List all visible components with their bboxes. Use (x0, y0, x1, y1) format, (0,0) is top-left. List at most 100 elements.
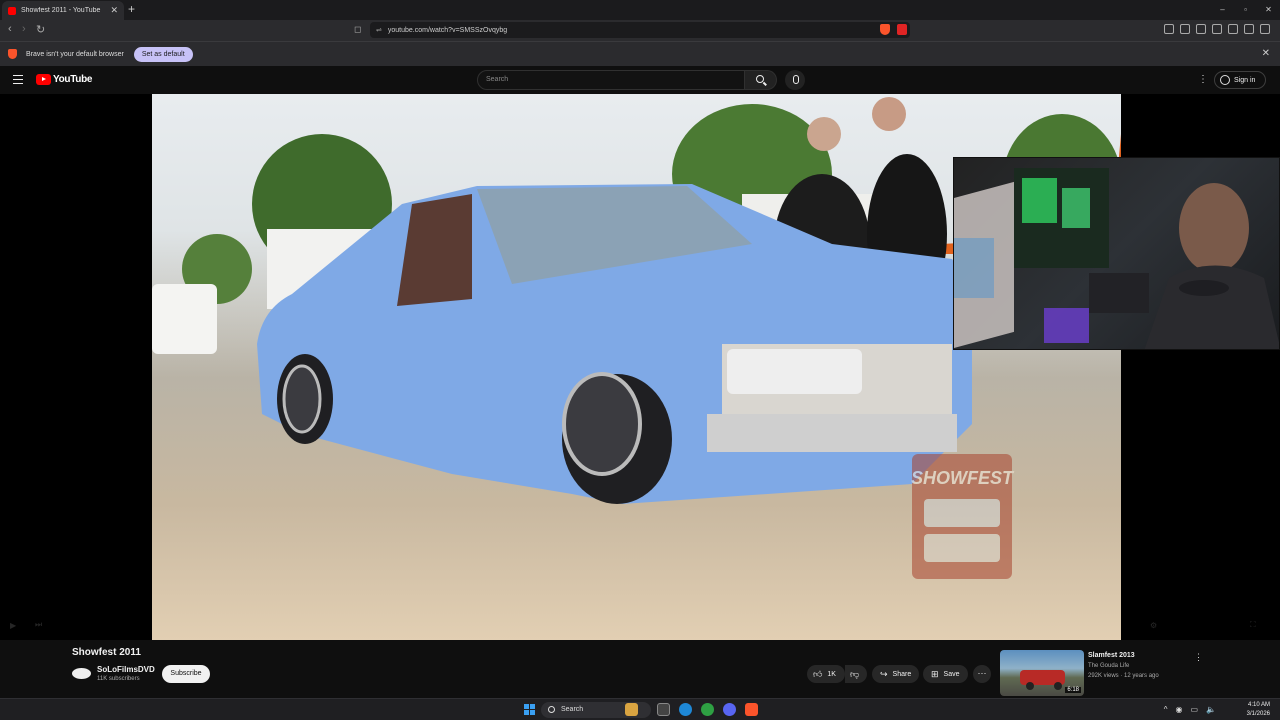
save-label: Save (943, 670, 960, 678)
recommended-more-icon[interactable]: ⋮ (1194, 652, 1203, 663)
url-text: youtube.com/watch?v=SMSSzOvqybg (387, 26, 508, 34)
person-head (807, 117, 841, 151)
tray-mic-icon[interactable]: ◉ (1175, 705, 1182, 714)
close-window-button[interactable]: ✕ (1257, 0, 1280, 20)
tray-display-icon[interactable]: ▭ (1190, 705, 1198, 714)
sign-in-label: Sign in (1234, 76, 1256, 84)
youtube-logo-text: YouTube (53, 74, 93, 85)
share-button[interactable]: ↪ Share (872, 665, 920, 683)
recommended-meta: 292K views · 12 years ago (1088, 673, 1159, 679)
hamburger-menu-icon[interactable] (13, 75, 23, 84)
like-count: 1K (827, 670, 836, 678)
channel-name[interactable]: SoLoFilmsDVD (97, 665, 155, 674)
person-head (872, 97, 906, 131)
tab-title: Showfest 2011 - YouTube (21, 7, 101, 14)
like-button[interactable]: 👍︎ 1K (807, 665, 845, 683)
settings-more-icon[interactable]: ⋮ (1198, 74, 1208, 85)
tab-close-icon[interactable]: ✕ (110, 5, 118, 16)
reload-icon[interactable]: ↻ (36, 23, 45, 36)
search-icon (756, 75, 764, 83)
thumbs-down-icon: 👎︎ (850, 668, 860, 679)
rear-rim (282, 364, 322, 434)
vpn-icon[interactable] (1244, 24, 1254, 34)
clock-time: 4:10 AM (1247, 702, 1270, 708)
search-input[interactable]: Search (477, 70, 745, 90)
recommended-title[interactable]: Slamfest 2013 (1088, 652, 1135, 659)
play-icon[interactable]: ▶ (10, 621, 16, 630)
forward-icon[interactable]: › (22, 23, 26, 35)
infobar-message: Brave isn't your default browser (26, 50, 124, 58)
more-actions-button[interactable]: ··· (973, 665, 991, 683)
tray-volume-icon[interactable]: 🔈 (1206, 705, 1216, 714)
save-icon: ⊞ (931, 668, 939, 679)
windows-start-icon[interactable] (524, 704, 535, 715)
set-as-default-button[interactable]: Set as default (133, 46, 193, 62)
site-info-icon[interactable]: ⇌ (376, 26, 382, 34)
window-controls: – ▫ ✕ (1211, 0, 1280, 20)
browser-tab[interactable]: Showfest 2011 - YouTube ✕ (2, 1, 124, 20)
search-button[interactable] (745, 70, 777, 90)
channel-avatar[interactable] (72, 668, 91, 679)
settings-icon[interactable]: ⚙ (1150, 621, 1157, 630)
chrome-icon[interactable] (701, 703, 714, 716)
brave-rewards-icon[interactable] (897, 24, 907, 35)
webcam-overlay (953, 157, 1280, 350)
next-icon[interactable]: ⏭ (35, 620, 42, 630)
discord-icon[interactable] (723, 703, 736, 716)
back-icon[interactable]: ‹ (8, 23, 12, 35)
bookmark-icon[interactable]: ◻ (354, 24, 361, 35)
media-icon[interactable] (1180, 24, 1190, 34)
overlay-logo-text: SHOWFEST (911, 468, 1015, 488)
fullscreen-icon[interactable]: ⛶ (1250, 620, 1256, 630)
save-button[interactable]: ⊞ Save (923, 665, 968, 683)
white-truck (152, 284, 217, 354)
video-info-section: Showfest 2011 SoLoFilmsDVD 11K subscribe… (0, 640, 1280, 700)
video-duration: 6:18 (1065, 687, 1081, 693)
youtube-header: YouTube Search ⋮ Sign in (0, 66, 1280, 94)
new-tab-button[interactable]: + (128, 2, 135, 16)
video-title: Showfest 2011 (72, 647, 141, 658)
youtube-play-icon (36, 74, 51, 85)
wallet-icon[interactable] (1212, 24, 1222, 34)
brave-shield-icon[interactable] (880, 24, 890, 35)
clock-date: 3/1/2026 (1246, 711, 1270, 717)
tray-overflow-icon[interactable]: ^ (1164, 705, 1168, 714)
recommended-thumbnail[interactable]: 6:18 (1000, 650, 1084, 696)
youtube-logo[interactable]: YouTube (36, 74, 93, 85)
maximize-button[interactable]: ▫ (1234, 0, 1257, 20)
sign-in-button[interactable]: Sign in (1214, 71, 1266, 89)
brave-taskbar-icon[interactable] (745, 703, 758, 716)
menu-icon[interactable] (1260, 24, 1270, 34)
browser-tab-bar: Showfest 2011 - YouTube ✕ + – ▫ ✕ (0, 0, 1280, 20)
headlight (727, 349, 862, 394)
subscriber-count: 11K subscribers (97, 676, 140, 682)
system-clock[interactable]: 4:10 AM 3/1/2026 (1247, 701, 1270, 719)
subscribe-button[interactable]: Subscribe (162, 665, 210, 683)
windows-taskbar: Search ^ ◉ ▭ 🔈 4:10 AM 3/1/2026 (0, 698, 1280, 720)
brave-lion-icon (8, 49, 17, 59)
webcam-scene (954, 168, 1279, 349)
minimize-button[interactable]: – (1211, 0, 1234, 20)
url-bar[interactable]: ⇌ youtube.com/watch?v=SMSSzOvqybg (370, 22, 910, 38)
bumper (707, 414, 957, 452)
default-browser-infobar: Brave isn't your default browser Set as … (0, 41, 1280, 66)
showfest-overlay-logo: SHOWFEST (911, 454, 1015, 579)
infobar-close-icon[interactable]: ✕ (1262, 48, 1270, 59)
widgets-icon[interactable] (625, 703, 638, 716)
dislike-button[interactable]: 👎︎ (845, 665, 867, 683)
front-rim (562, 372, 642, 476)
address-toolbar: ‹ › ↻ ◻ ⇌ youtube.com/watch?v=SMSSzOvqyb… (0, 20, 1280, 41)
task-view-icon[interactable] (657, 703, 670, 716)
toolbar-icons (1164, 24, 1270, 34)
leo-icon[interactable] (1228, 24, 1238, 34)
reading-list-icon[interactable] (1196, 24, 1206, 34)
thumbs-up-icon: 👍︎ (813, 668, 823, 679)
system-tray: ^ ◉ ▭ 🔈 (1164, 705, 1216, 714)
share-label: Share (892, 670, 912, 678)
share-icon: ↪ (880, 668, 888, 679)
recommended-channel[interactable]: The Gouda Life (1088, 663, 1129, 669)
edge-icon[interactable] (679, 703, 692, 716)
sidebar-icon[interactable] (1164, 24, 1174, 34)
youtube-favicon-icon (8, 6, 16, 15)
voice-search-icon[interactable] (785, 70, 805, 90)
